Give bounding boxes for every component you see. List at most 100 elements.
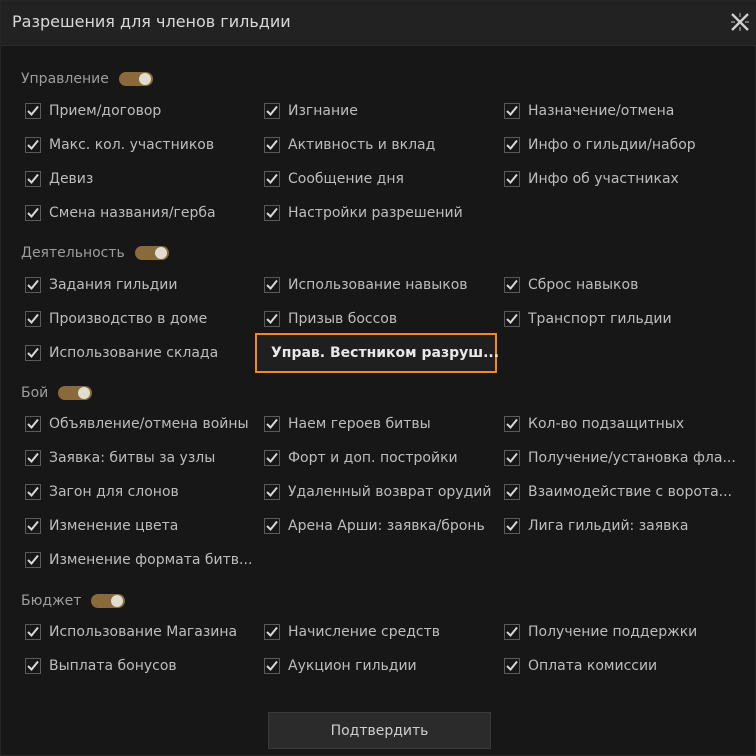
perm-item[interactable]: Использование склада	[25, 342, 218, 364]
perm-label: Сообщение дня	[288, 171, 404, 187]
perm-item[interactable]: Изгнание	[264, 100, 358, 122]
perm-label: Макс. кол. участников	[49, 137, 215, 153]
guild-permissions-window: Разрешения для членов гильдии Управление…	[0, 0, 756, 756]
section-activity: Деятельность	[21, 243, 169, 263]
perm-item-highlighted[interactable]: Управ. Вестником разруш...	[255, 333, 499, 373]
perm-item[interactable]: Начисление средств	[264, 621, 440, 643]
perm-item[interactable]: Наем героев битвы	[264, 413, 431, 435]
close-button[interactable]	[729, 11, 751, 33]
checkmark-icon	[25, 103, 41, 119]
perm-label: Получение поддержки	[528, 624, 698, 640]
perm-item[interactable]: Смена названия/герба	[25, 202, 216, 224]
checkmark-icon	[25, 658, 41, 674]
perm-label: Изгнание	[288, 103, 358, 119]
perm-label: Призыв боссов	[288, 311, 398, 327]
perm-item[interactable]: Изменение формата битв...	[25, 549, 252, 571]
perm-item[interactable]: Получение поддержки	[504, 621, 697, 643]
perm-item[interactable]: Оплата комиссии	[504, 655, 657, 677]
checkmark-icon	[504, 518, 520, 534]
perm-item[interactable]: Удаленный возврат орудий	[264, 481, 491, 503]
checkmark-icon	[264, 450, 280, 466]
toggle-knob	[154, 247, 167, 259]
perm-label: Смена названия/герба	[49, 205, 216, 221]
section-battle: Бой	[21, 383, 93, 403]
checkmark-icon	[504, 171, 520, 187]
perm-item[interactable]: Арена Арши: заявка/бронь	[264, 515, 485, 537]
perm-label: Объявление/отмена войны	[49, 416, 249, 432]
checkmark-icon	[25, 624, 41, 640]
toggle-knob	[111, 595, 124, 607]
perm-item[interactable]: Заявка: битвы за узлы	[25, 447, 215, 469]
perm-label: Инфо об участниках	[528, 171, 679, 187]
perm-label: Использование Магазина	[49, 624, 238, 640]
checkmark-icon	[504, 137, 520, 153]
perm-label: Инфо о гильдии/набор	[528, 137, 696, 153]
toggle-budget[interactable]	[91, 594, 126, 608]
perm-label: Активность и вклад	[288, 137, 436, 153]
perm-item[interactable]: Настройки разрешений	[264, 202, 463, 224]
perm-item[interactable]: Получение/установка фла...	[504, 447, 736, 469]
perm-item[interactable]: Выплата бонусов	[25, 655, 177, 677]
checkmark-icon	[25, 311, 41, 327]
checkmark-icon	[264, 484, 280, 500]
checkmark-icon	[504, 624, 520, 640]
perm-label: Кол-во подзащитных	[528, 416, 685, 432]
checkmark-icon	[504, 277, 520, 293]
perm-item[interactable]: Макс. кол. участников	[25, 134, 214, 156]
section-label-management: Управление	[21, 71, 109, 87]
perm-item[interactable]: Активность и вклад	[264, 134, 435, 156]
perm-label: Использование склада	[49, 345, 219, 361]
perm-label: Изменение формата битв...	[49, 552, 253, 568]
perm-item[interactable]: Кол-во подзащитных	[504, 413, 684, 435]
perm-label: Назначение/отмена	[528, 103, 675, 119]
perm-item[interactable]: Изменение цвета	[25, 515, 178, 537]
perm-item[interactable]: Назначение/отмена	[504, 100, 674, 122]
perm-item[interactable]: Девиз	[25, 168, 93, 190]
perm-item[interactable]: Производство в доме	[25, 308, 207, 330]
checkmark-icon	[264, 103, 280, 119]
checkmark-icon	[504, 484, 520, 500]
perm-item[interactable]: Использование Магазина	[25, 621, 237, 643]
checkmark-icon	[264, 277, 280, 293]
perm-label: Загон для слонов	[49, 484, 179, 500]
checkmark-icon	[25, 518, 41, 534]
perm-item[interactable]: Взаимодействие с ворота...	[504, 481, 732, 503]
perm-item[interactable]: Транспорт гильдии	[504, 308, 672, 330]
checkmark-icon	[25, 450, 41, 466]
perm-label: Начисление средств	[288, 624, 441, 640]
checkmark-icon	[264, 518, 280, 534]
perm-item[interactable]: Лига гильдий: заявка	[504, 515, 688, 537]
checkmark-icon	[264, 171, 280, 187]
toggle-knob	[138, 73, 151, 85]
perm-item[interactable]: Инфо об участниках	[504, 168, 679, 190]
perm-item[interactable]: Аукцион гильдии	[264, 655, 417, 677]
checkmark-icon	[504, 416, 520, 432]
close-icon	[731, 13, 749, 31]
perm-item[interactable]: Задания гильдии	[25, 274, 177, 296]
perm-label: Сброс навыков	[528, 277, 639, 293]
perm-item[interactable]: Объявление/отмена войны	[25, 413, 249, 435]
perm-item[interactable]: Форт и доп. постройки	[264, 447, 458, 469]
perm-item[interactable]: Инфо о гильдии/набор	[504, 134, 696, 156]
perm-item[interactable]: Призыв боссов	[264, 308, 397, 330]
perm-item[interactable]: Сообщение дня	[264, 168, 404, 190]
window-title: Разрешения для членов гильдии	[12, 12, 291, 31]
perm-item[interactable]: Использование навыков	[264, 274, 468, 296]
perm-label: Оплата комиссии	[528, 658, 658, 674]
perm-item[interactable]: Загон для слонов	[25, 481, 179, 503]
checkmark-icon	[25, 484, 41, 500]
confirm-button[interactable]: Подтвердить	[268, 712, 491, 749]
checkmark-icon	[25, 345, 41, 361]
checkmark-icon	[25, 205, 41, 221]
toggle-activity[interactable]	[134, 246, 169, 260]
section-label-activity: Деятельность	[21, 245, 125, 261]
checkmark-icon	[264, 624, 280, 640]
checkmark-icon	[25, 171, 41, 187]
perm-label: Получение/установка фла...	[528, 450, 736, 466]
checkmark-icon	[504, 658, 520, 674]
perm-item[interactable]: Прием/договор	[25, 100, 161, 122]
checkmark-icon	[264, 416, 280, 432]
toggle-management[interactable]	[118, 72, 153, 86]
toggle-battle[interactable]	[58, 386, 93, 400]
perm-item[interactable]: Сброс навыков	[504, 274, 638, 296]
